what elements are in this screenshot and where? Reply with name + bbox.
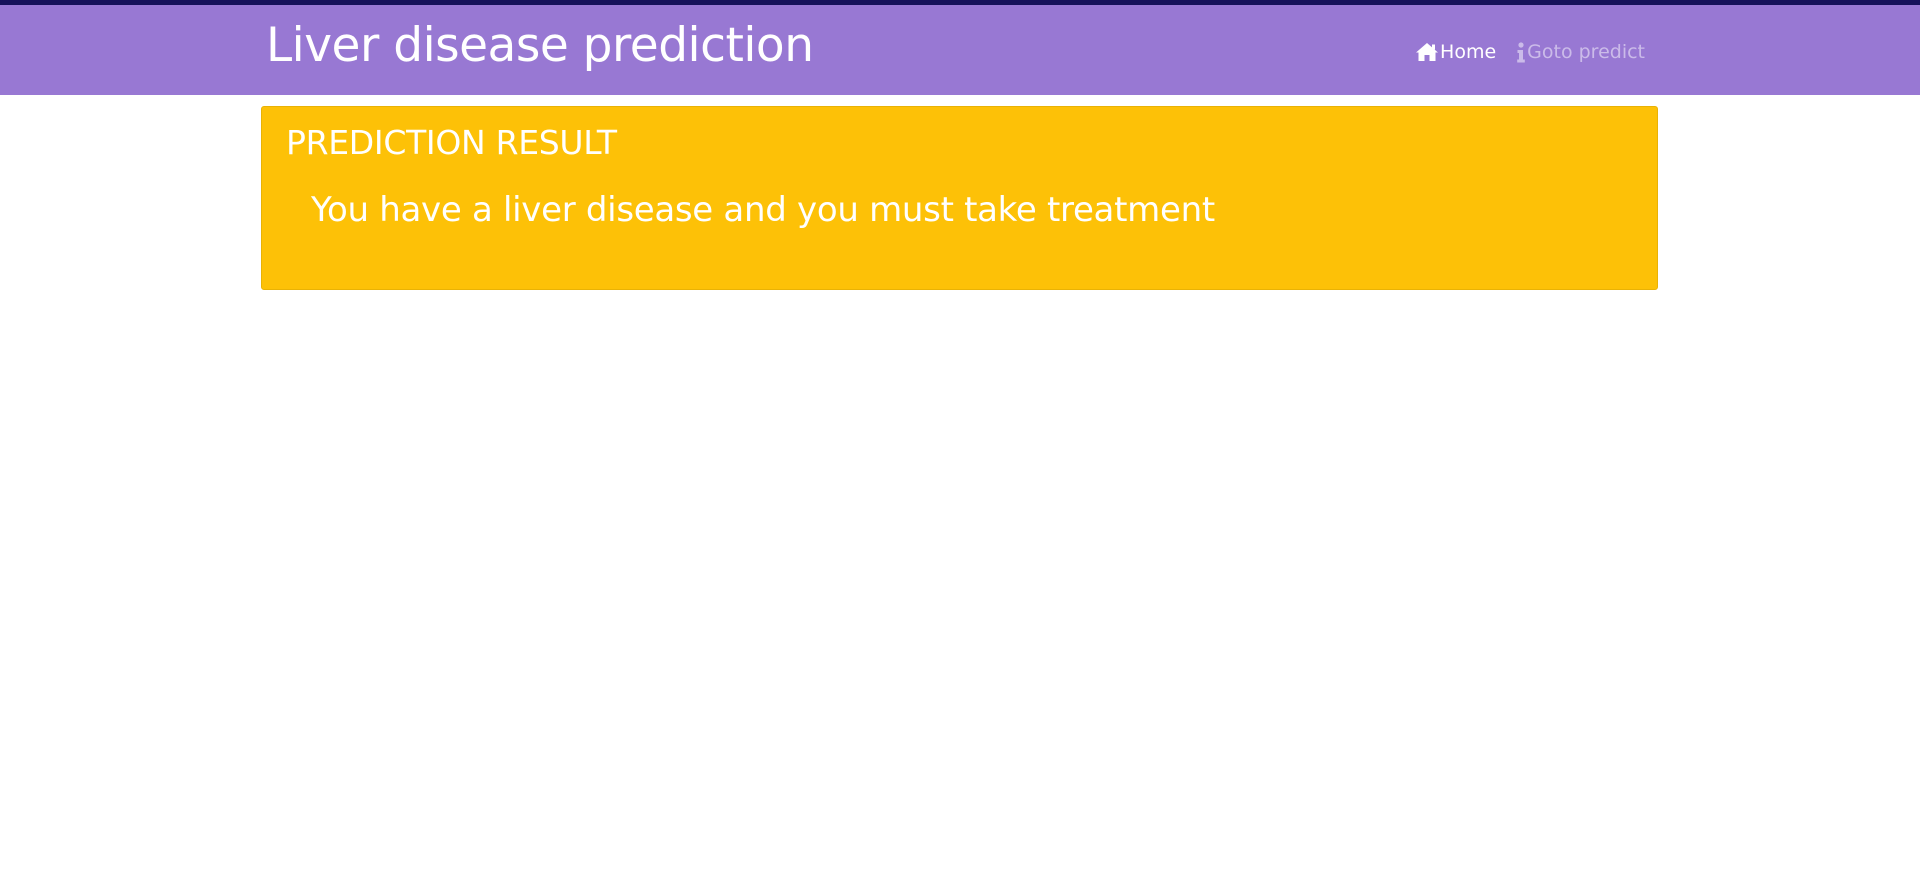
- home-icon: [1415, 42, 1439, 62]
- result-heading: PREDICTION RESULT: [286, 123, 617, 162]
- nav-link-home-label: Home: [1440, 41, 1497, 63]
- navbar: Liver disease prediction Home Goto predi…: [0, 5, 1920, 95]
- brand-title[interactable]: Liver disease prediction: [266, 18, 814, 73]
- nav-links: Home Goto predict: [1415, 41, 1645, 63]
- prediction-result-panel: PREDICTION RESULT You have a liver disea…: [261, 106, 1658, 290]
- nav-link-goto-predict-label: Goto predict: [1527, 41, 1645, 63]
- info-icon: [1516, 41, 1526, 63]
- nav-link-home[interactable]: Home: [1415, 41, 1496, 63]
- result-message: You have a liver disease and you must ta…: [311, 190, 1215, 230]
- nav-link-goto-predict[interactable]: Goto predict: [1516, 41, 1645, 63]
